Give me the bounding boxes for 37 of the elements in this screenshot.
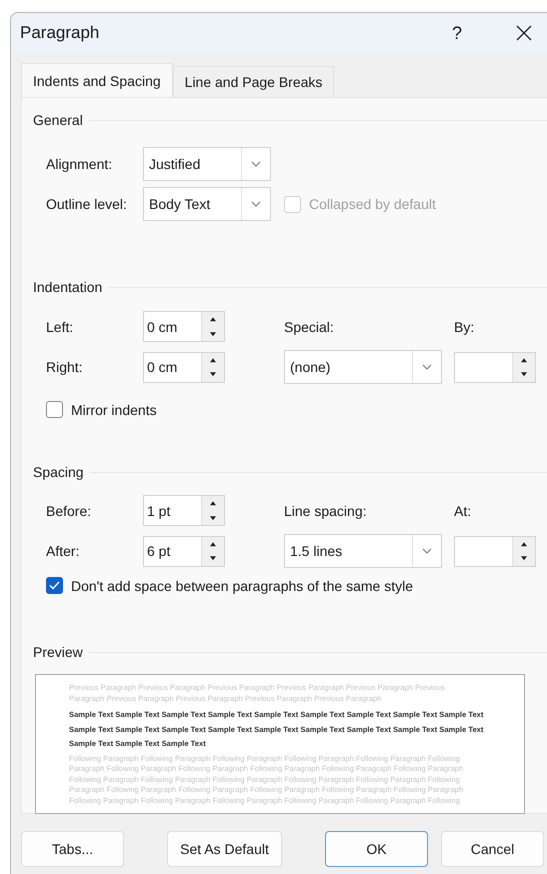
right-indent-field-value: 0 cm	[146, 358, 178, 377]
field-label: By:	[454, 318, 476, 334]
field-label: Right:	[46, 359, 84, 375]
help-button[interactable]: ?	[448, 22, 466, 44]
special-dropdown[interactable]: (none)	[284, 350, 442, 384]
section-heading: Spacing	[33, 464, 84, 480]
tab[interactable]: Indents and Spacing	[21, 63, 173, 97]
field-label: Alignment:	[46, 156, 114, 172]
right-indent-field[interactable]: 0 cm	[143, 352, 225, 382]
field-label: At:	[454, 502, 472, 518]
section-heading: Preview	[33, 644, 83, 660]
before-field[interactable]: 1 pt	[143, 495, 225, 526]
section-heading: General	[33, 112, 83, 128]
checkbox-label: Mirror indents	[71, 402, 157, 418]
checkbox-label: Collapsed by default	[309, 196, 436, 212]
after-field-value: 6 pt	[146, 542, 172, 561]
left-indent-field[interactable]: 0 cm	[143, 311, 225, 342]
tab[interactable]: Line and Page Breaks	[172, 66, 334, 97]
outline-level-dropdown[interactable]: Body Text	[143, 187, 271, 221]
section-heading: Indentation	[33, 279, 102, 295]
checkbox-label: Don't add space between paragraphs of the same style	[71, 578, 413, 594]
field-label: Left:	[46, 318, 74, 334]
line-spacing-dropdown[interactable]: 1.5 lines	[284, 534, 442, 568]
dialog-button[interactable]: Tabs...	[21, 831, 124, 867]
before-field-value: 1 pt	[146, 502, 172, 521]
field-label: After:	[46, 543, 80, 559]
alignment-dropdown[interactable]: Justified	[143, 147, 271, 181]
field-label: Special:	[284, 318, 335, 334]
left-indent-field-value: 0 cm	[146, 318, 178, 336]
field-label: Line spacing:	[284, 502, 368, 518]
dialog-button[interactable]: Cancel	[441, 831, 544, 867]
field-label: Before:	[46, 502, 92, 518]
dialog-button[interactable]: Set As Default	[167, 831, 282, 867]
dialog-button[interactable]: OK	[325, 831, 428, 867]
after-field[interactable]: 6 pt	[143, 536, 225, 566]
window-title: Paragraph	[20, 23, 100, 43]
field-label: Outline level:	[46, 196, 128, 212]
